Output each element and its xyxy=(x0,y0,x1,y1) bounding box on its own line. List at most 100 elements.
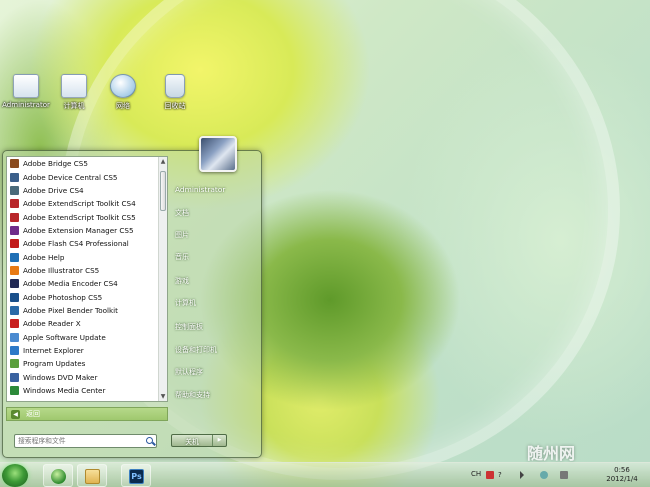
program-list-item[interactable]: Adobe Media Encoder CS4 xyxy=(7,277,159,290)
program-icon xyxy=(10,239,19,249)
help-icon[interactable]: ? xyxy=(498,471,506,479)
start-search-box[interactable] xyxy=(14,434,157,448)
program-label: Adobe Illustrator CS5 xyxy=(23,265,100,275)
start-item-pictures[interactable]: 图片 xyxy=(175,227,259,243)
search-input[interactable] xyxy=(15,435,143,447)
shutdown-button-group: 关机 ▶ xyxy=(171,434,227,447)
start-item-computer[interactable]: 计算机 xyxy=(175,295,259,311)
explorer-folder-icon xyxy=(85,469,100,484)
start-item-devices-printers[interactable]: 设备和打印机 xyxy=(175,342,259,358)
program-icon xyxy=(10,172,19,182)
program-list-item[interactable]: Windows Media Center xyxy=(7,384,159,397)
program-icon xyxy=(10,225,19,235)
program-label: Adobe Photoshop CS5 xyxy=(23,292,103,302)
desktop-icon-label: Administrator xyxy=(2,101,50,109)
program-label: Adobe Media Encoder CS4 xyxy=(23,279,118,289)
all-programs-pane: Adobe Bridge CS5 Adobe Device Central CS5… xyxy=(6,156,168,402)
volume-icon[interactable] xyxy=(560,471,568,479)
program-icon xyxy=(10,159,19,169)
program-list-item[interactable]: Windows DVD Maker xyxy=(7,371,159,384)
program-list-item[interactable]: Adobe Device Central CS5 xyxy=(7,170,159,183)
shutdown-options-arrow-icon[interactable]: ▶ xyxy=(212,435,226,446)
program-list-item[interactable]: Adobe ExtendScript Toolkit CS5 xyxy=(7,210,159,223)
program-icon xyxy=(10,345,19,355)
program-label: Adobe ExtendScript Toolkit CS4 xyxy=(23,199,136,209)
program-icon xyxy=(10,185,19,195)
program-label: Program Updates xyxy=(23,359,86,369)
watermark-logo: 随州网 xyxy=(527,440,649,463)
taskbar-photoshop-button[interactable]: Ps xyxy=(121,464,151,487)
program-list-item[interactable]: Adobe ExtendScript Toolkit CS4 xyxy=(7,197,159,210)
back-button[interactable]: ◀ 返回 xyxy=(6,407,168,421)
back-arrow-icon: ◀ xyxy=(11,409,20,419)
desktop-icon-administrator[interactable]: Administrator xyxy=(2,74,50,109)
program-label: Internet Explorer xyxy=(23,345,84,355)
program-icon xyxy=(10,332,19,342)
watermark-text: 随州网 xyxy=(527,444,576,463)
desktop-icon-label: 计算机 xyxy=(63,102,85,110)
clock-date: 2012/1/4 xyxy=(606,475,638,483)
taskbar-ie-button[interactable] xyxy=(43,464,73,487)
program-label: Windows Media Center xyxy=(23,386,106,396)
search-icon[interactable] xyxy=(146,437,153,444)
program-list-item[interactable]: Adobe Flash CS4 Professional xyxy=(7,237,159,250)
program-label: Adobe Flash CS4 Professional xyxy=(23,239,129,249)
program-list-item[interactable]: Adobe Reader X xyxy=(7,317,159,330)
programs-scrollbar[interactable]: ▲ ▼ xyxy=(158,157,167,401)
program-label: Adobe Bridge CS5 xyxy=(23,159,88,169)
shutdown-button[interactable]: 关机 xyxy=(172,436,212,446)
start-item-music[interactable]: 音乐 xyxy=(175,249,259,265)
desktop-icon-network[interactable]: 网络 xyxy=(99,74,147,111)
program-icon xyxy=(10,359,19,369)
clock-time: 0:56 xyxy=(614,466,630,474)
program-icon xyxy=(10,305,19,315)
network-icon xyxy=(110,74,136,98)
program-icon xyxy=(10,199,19,209)
program-list-item[interactable]: Adobe Help xyxy=(7,250,159,263)
program-list-item[interactable]: Adobe Photoshop CS5 xyxy=(7,290,159,303)
language-indicator[interactable]: CH xyxy=(471,470,481,478)
start-menu: Adobe Bridge CS5 Adobe Device Central CS5… xyxy=(2,136,262,458)
input-method-icon[interactable] xyxy=(486,471,494,479)
program-label: Adobe Reader X xyxy=(23,319,81,329)
scroll-down-arrow-icon[interactable]: ▼ xyxy=(159,392,167,401)
network-tray-icon[interactable] xyxy=(540,471,548,479)
start-item-games[interactable]: 游戏 xyxy=(175,273,259,289)
taskbar: Ps CH ? 0:56 2012/1/4 xyxy=(0,462,650,487)
program-list-item[interactable]: Adobe Extension Manager CS5 xyxy=(7,224,159,237)
program-label: Adobe Help xyxy=(23,252,65,262)
user-avatar[interactable] xyxy=(199,136,237,172)
start-item-documents[interactable]: 文档 xyxy=(175,205,259,221)
taskbar-explorer-button[interactable] xyxy=(77,464,107,487)
start-item-default-programs[interactable]: 默认程序 xyxy=(175,364,259,380)
desktop-icon-label: 网络 xyxy=(116,102,130,110)
scroll-thumb[interactable] xyxy=(160,171,166,211)
program-list-item[interactable]: Adobe Bridge CS5 xyxy=(7,157,159,170)
program-list-item[interactable]: Internet Explorer xyxy=(7,344,159,357)
start-menu-right-pane: Administrator 文档 图片 音乐 游戏 计算机 控制面板 设备和打印… xyxy=(169,136,261,457)
computer-icon xyxy=(61,74,87,98)
program-icon xyxy=(10,252,19,262)
program-list-item[interactable]: Apple Software Update xyxy=(7,330,159,343)
start-item-control-panel[interactable]: 控制面板 xyxy=(175,319,259,335)
program-list-item[interactable]: Adobe Illustrator CS5 xyxy=(7,264,159,277)
system-clock[interactable]: 0:56 2012/1/4 xyxy=(598,466,646,484)
scroll-up-arrow-icon[interactable]: ▲ xyxy=(159,157,167,166)
desktop-icon-computer[interactable]: 计算机 xyxy=(50,74,98,111)
program-list-item[interactable]: Adobe Drive CS4 xyxy=(7,184,159,197)
program-label: Windows DVD Maker xyxy=(23,372,98,382)
start-button[interactable] xyxy=(2,464,28,487)
program-list-item[interactable]: Program Updates xyxy=(7,357,159,370)
program-list: Adobe Bridge CS5 Adobe Device Central CS5… xyxy=(7,157,159,397)
start-item-administrator[interactable]: Administrator xyxy=(175,182,259,198)
program-label: Adobe Extension Manager CS5 xyxy=(23,225,134,235)
program-icon xyxy=(10,386,19,396)
recycle-bin-icon xyxy=(165,74,185,98)
program-icon xyxy=(10,292,19,302)
back-label: 返回 xyxy=(26,410,40,418)
program-list-item[interactable]: Adobe Pixel Bender Toolkit xyxy=(7,304,159,317)
tray-expand-icon[interactable] xyxy=(520,471,524,479)
start-item-help-support[interactable]: 帮助和支持 xyxy=(175,387,259,403)
program-icon xyxy=(10,319,19,329)
desktop-icon-recycle-bin[interactable]: 回收站 xyxy=(151,74,199,111)
